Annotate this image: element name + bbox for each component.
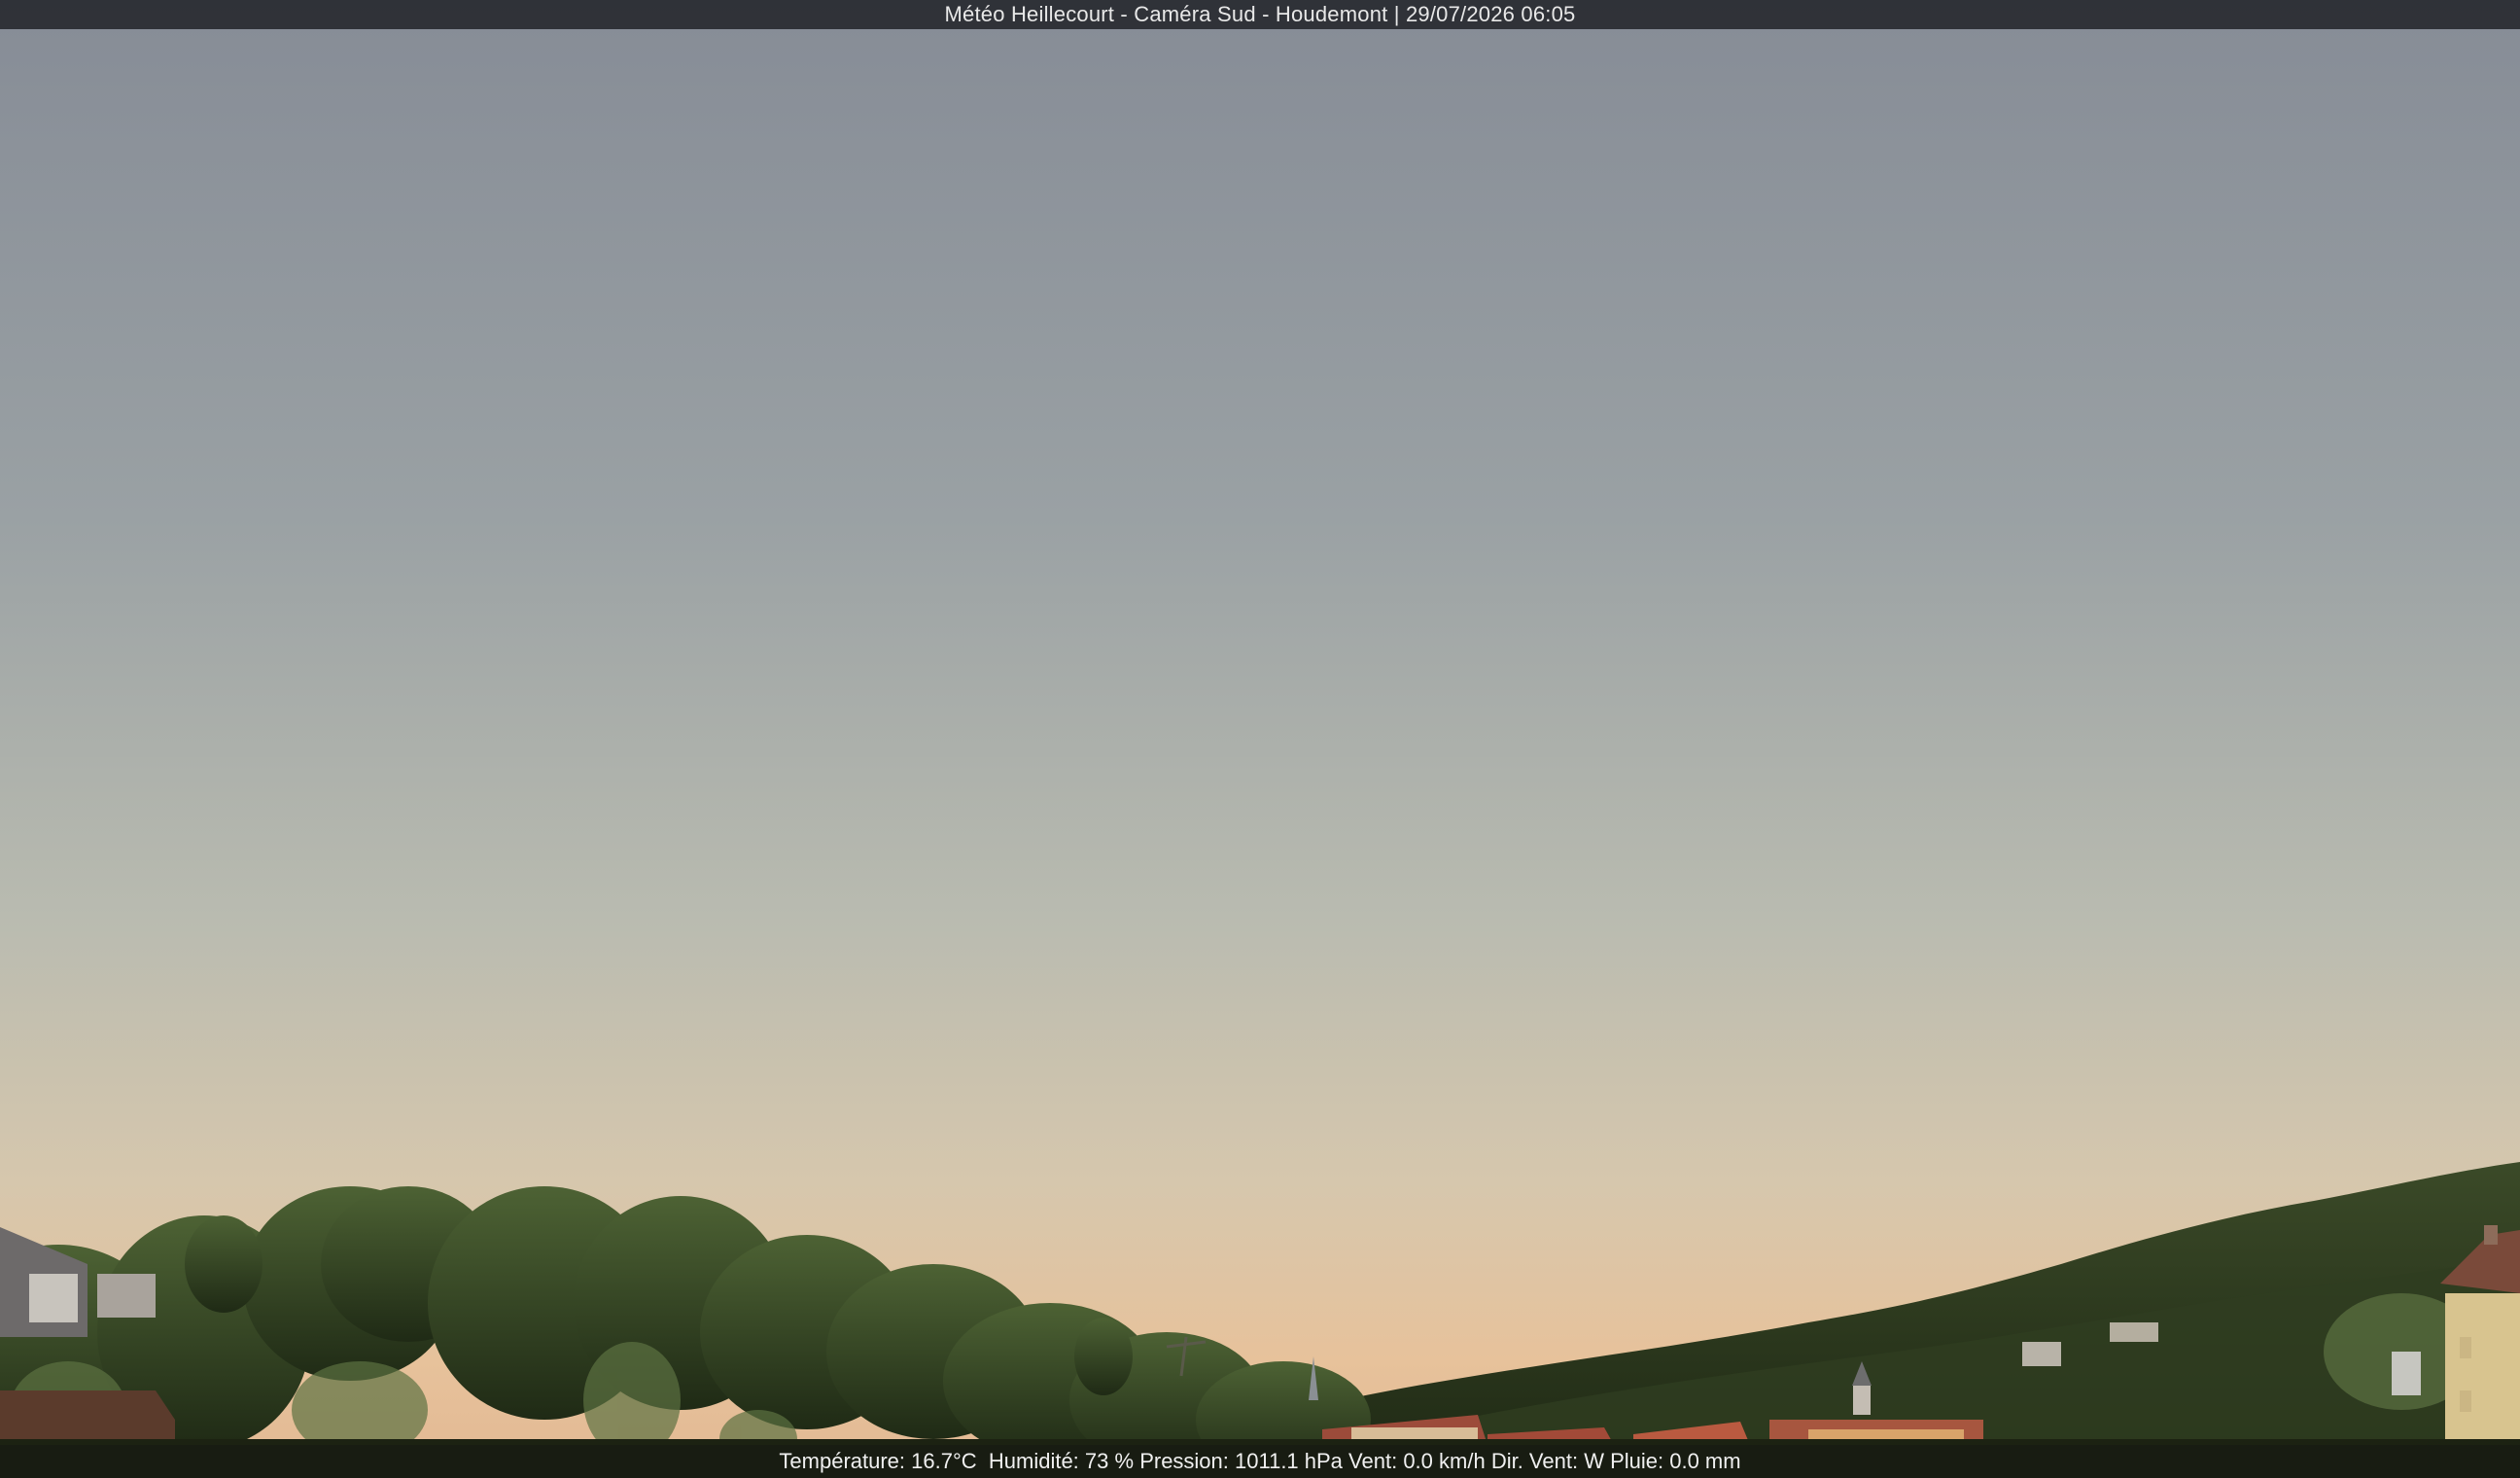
camera-title: Météo Heillecourt - Caméra Sud - Houdemo… [944,2,1576,26]
weather-info-bar: Température: 16.7°C Humidité: 73 % Press… [0,1445,2520,1478]
landscape-image [0,0,2520,1478]
wind-direction-value: Dir. Vent: W [1490,1449,1604,1473]
camera-title-bar: Météo Heillecourt - Caméra Sud - Houdemo… [0,0,2520,29]
humidity-value: Humidité: 73 % [988,1449,1135,1473]
webcam-view: Météo Heillecourt - Caméra Sud - Houdemo… [0,0,2520,1478]
temperature-value: Température: 16.7°C [779,1449,977,1473]
wind-value: Vent: 0.0 km/h [1348,1449,1486,1473]
rain-value: Pluie: 0.0 mm [1610,1449,1741,1473]
pressure-value: Pression: 1011.1 hPa [1139,1449,1343,1473]
